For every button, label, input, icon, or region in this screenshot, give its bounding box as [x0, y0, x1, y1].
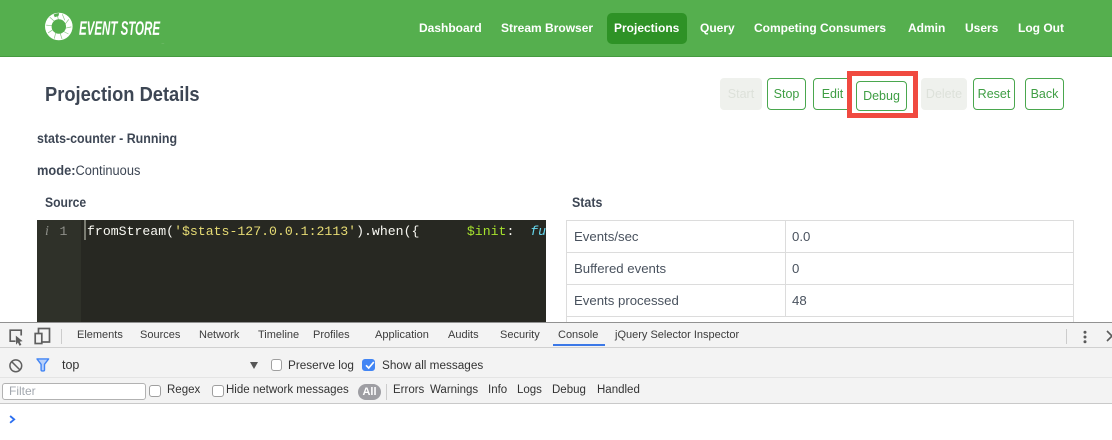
svg-text:EVENT STORE: EVENT STORE	[79, 18, 161, 40]
